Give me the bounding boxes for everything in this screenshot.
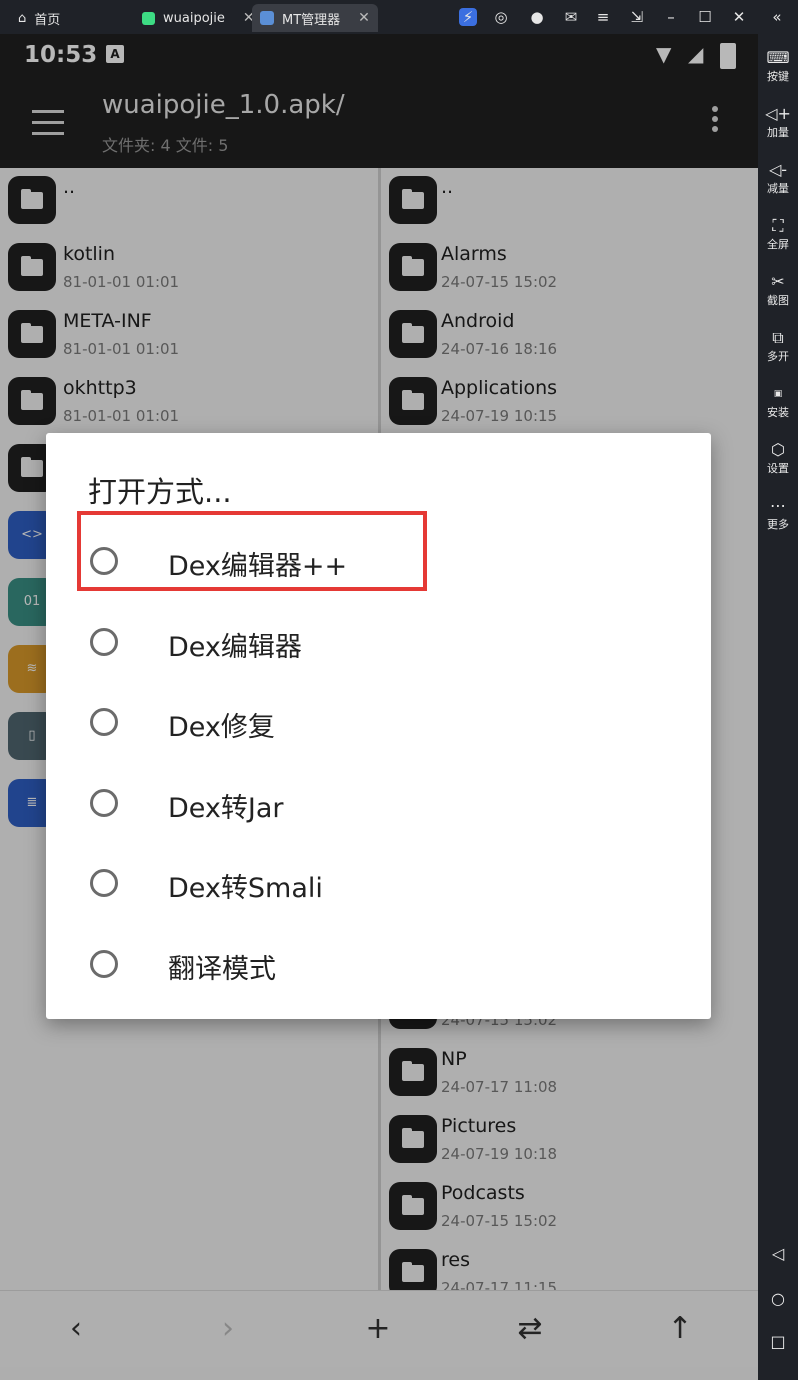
nav-back-button[interactable]: ◁ bbox=[758, 1244, 798, 1264]
boost-icon[interactable]: ⚡ bbox=[459, 8, 477, 26]
collapse-sidebar-icon[interactable]: « bbox=[768, 8, 786, 26]
radio-button[interactable] bbox=[90, 789, 118, 817]
radio-button[interactable] bbox=[90, 708, 118, 736]
option-dex-to-jar[interactable]: Dex转Jar bbox=[46, 765, 711, 845]
sidebar-item-fullscreen[interactable]: ⛶ 全屏 bbox=[758, 216, 798, 252]
mt-app-icon bbox=[260, 11, 274, 25]
sidebar-item-multi-open[interactable]: ⧉ 多开 bbox=[758, 328, 798, 364]
sidebar-item-label: 加量 bbox=[767, 126, 789, 139]
multi-open-icon: ⧉ bbox=[772, 328, 784, 347]
sidebar-item-label: 全屏 bbox=[767, 238, 789, 251]
settings-icon: ⬡ bbox=[771, 440, 785, 459]
option-label: 翻译模式 bbox=[168, 954, 276, 985]
circle-home-icon: ○ bbox=[771, 1289, 785, 1308]
sidebar-item-screenshot[interactable]: ✂ 截图 bbox=[758, 272, 798, 308]
option-label: Dex转Jar bbox=[168, 793, 284, 824]
tab-mt-manager-label: MT管理器 bbox=[282, 12, 341, 28]
tab-wuaipojie-label: wuaipojie bbox=[163, 10, 225, 26]
radio-button[interactable] bbox=[90, 628, 118, 656]
user-icon[interactable]: ● bbox=[528, 8, 546, 26]
dialog-title: 打开方式... bbox=[88, 475, 232, 509]
radio-button[interactable] bbox=[90, 950, 118, 978]
sidebar-item-install[interactable]: ▣ 安装 bbox=[758, 384, 798, 420]
sidebar-item-settings[interactable]: ⬡ 设置 bbox=[758, 440, 798, 476]
mail-icon[interactable]: ✉ bbox=[562, 8, 580, 26]
home-icon: ⌂ bbox=[18, 10, 27, 26]
minimize-to-tray-icon[interactable]: ⇲ bbox=[628, 8, 646, 26]
gamepad-icon[interactable]: ◎ bbox=[492, 8, 510, 26]
maximize-icon[interactable]: ☐ bbox=[696, 8, 714, 26]
minimize-icon[interactable]: – bbox=[662, 8, 680, 26]
square-recents-icon: □ bbox=[770, 1332, 786, 1351]
more-icon: ⋯ bbox=[770, 496, 786, 515]
sidebar-item-label: 更多 bbox=[767, 518, 789, 531]
sidebar-item-label: 安装 bbox=[767, 406, 789, 419]
close-icon[interactable]: ✕ bbox=[358, 10, 370, 26]
sidebar-item-volume-up[interactable]: ◁+ 加量 bbox=[758, 104, 798, 140]
sidebar-item-label: 减量 bbox=[767, 182, 789, 195]
option-dex-repair[interactable]: Dex修复 bbox=[46, 684, 711, 764]
tab-mt-manager[interactable]: MT管理器 ✕ bbox=[252, 4, 378, 32]
scissors-icon: ✂ bbox=[771, 272, 785, 291]
tab-wuaipojie[interactable]: wuaipojie ✕ bbox=[142, 4, 255, 32]
tab-home[interactable]: ⌂ 首页 bbox=[18, 4, 60, 32]
option-label: Dex编辑器 bbox=[168, 632, 302, 663]
apk-install-icon: ▣ bbox=[773, 389, 783, 399]
close-window-icon[interactable]: ✕ bbox=[730, 8, 748, 26]
sidebar-item-label: 多开 bbox=[767, 350, 789, 363]
fullscreen-icon: ⛶ bbox=[772, 216, 784, 235]
android-app-icon bbox=[142, 11, 155, 25]
radio-button[interactable] bbox=[90, 869, 118, 897]
menu-icon[interactable]: ≡ bbox=[594, 8, 612, 26]
emulator-sidebar: ⌨ 按键 ◁+ 加量 ◁- 减量 ⛶ 全屏 ✂ 截图 ⧉ 多开 ▣ 安装 ⬡ 设… bbox=[758, 34, 798, 1380]
volume-up-icon: ◁+ bbox=[765, 104, 791, 123]
highlight-annotation-box bbox=[77, 511, 427, 591]
sidebar-item-keys[interactable]: ⌨ 按键 bbox=[758, 48, 798, 84]
nav-home-button[interactable]: ○ bbox=[758, 1289, 798, 1309]
nav-recents-button[interactable]: □ bbox=[758, 1332, 798, 1352]
tab-home-label: 首页 bbox=[34, 12, 61, 28]
option-label: Dex转Smali bbox=[168, 873, 323, 904]
volume-down-icon: ◁- bbox=[768, 160, 788, 179]
option-dex-to-smali[interactable]: Dex转Smali bbox=[46, 845, 711, 925]
sidebar-item-label: 按键 bbox=[767, 70, 789, 83]
sidebar-item-volume-down[interactable]: ◁- 减量 bbox=[758, 160, 798, 196]
option-label: Dex修复 bbox=[168, 712, 275, 743]
sidebar-item-label: 设置 bbox=[767, 462, 789, 475]
option-translate-mode[interactable]: 翻译模式 bbox=[46, 926, 711, 1006]
sidebar-item-more[interactable]: ⋯ 更多 bbox=[758, 496, 798, 532]
emulator-titlebar: ⌂ 首页 wuaipojie ✕ MT管理器 ✕ ⚡ ◎ ● ✉ ≡ ⇲ – ☐… bbox=[0, 0, 798, 34]
sidebar-item-label: 截图 bbox=[767, 294, 789, 307]
triangle-back-icon: ◁ bbox=[771, 1244, 785, 1263]
option-dex-editor[interactable]: Dex编辑器 bbox=[46, 604, 711, 684]
keyboard-icon: ⌨ bbox=[766, 48, 790, 67]
